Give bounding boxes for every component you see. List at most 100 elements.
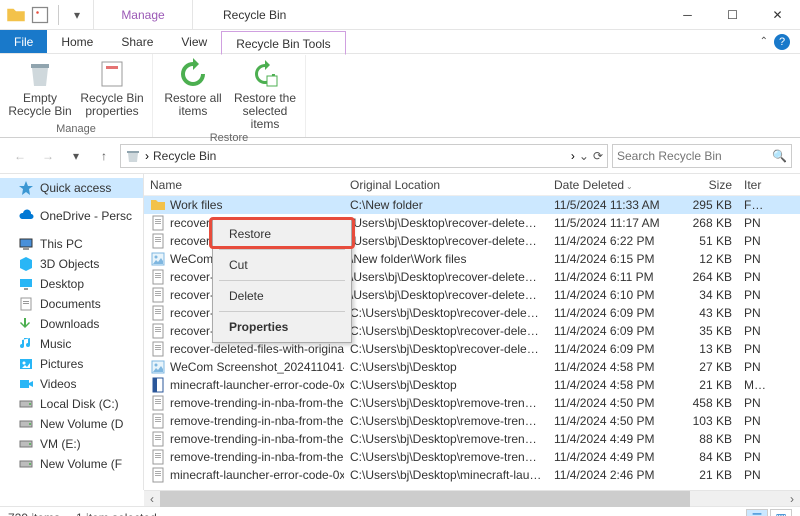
file-row[interactable]: Work filesC:\New folder11/5/2024 11:33 A…: [144, 196, 800, 214]
scroll-track[interactable]: [160, 491, 784, 507]
cell-location: C:\Users\bj\Desktop\remove-trending-in-.…: [344, 396, 548, 410]
file-row[interactable]: remove-trending-in-nba-from-the...C:\Use…: [144, 430, 800, 448]
cell-location: C:\Users\bj\Desktop\remove-trending-in-.…: [344, 432, 548, 446]
title-bar: ▾ Manage Recycle Bin ─ ☐ ✕: [0, 0, 800, 30]
nav-item[interactable]: New Volume (D: [0, 414, 143, 434]
address-path[interactable]: › Recycle Bin › ⌄ ⟳: [120, 144, 608, 168]
ctx-cut[interactable]: Cut: [215, 252, 349, 278]
empty-recycle-bin-button[interactable]: Empty Recycle Bin: [8, 58, 72, 118]
file-icon: [150, 395, 166, 411]
ctx-delete[interactable]: Delete: [215, 283, 349, 309]
tab-share[interactable]: Share: [107, 30, 167, 53]
cell-size: 51 KB: [678, 234, 738, 248]
restore-all-items-button[interactable]: Restore all items: [161, 58, 225, 118]
restore-selected-items-button[interactable]: Restore the selected items: [233, 58, 297, 132]
tab-home[interactable]: Home: [47, 30, 107, 53]
file-row[interactable]: minecraft-launcher-error-code-0x...C:\Us…: [144, 466, 800, 484]
nav-item[interactable]: OneDrive - Persc: [0, 206, 143, 226]
scroll-left-icon[interactable]: ‹: [144, 491, 160, 507]
cell-date: 11/4/2024 4:58 PM: [548, 378, 678, 392]
file-row[interactable]: remove-trending-in-nba-from-the...C:\Use…: [144, 448, 800, 466]
file-row[interactable]: remove-trending-in-nba-from-the...C:\Use…: [144, 394, 800, 412]
nav-item[interactable]: 3D Objects: [0, 254, 143, 274]
nav-item[interactable]: Pictures: [0, 354, 143, 374]
nav-item[interactable]: Quick access: [0, 178, 143, 198]
window-controls: ─ ☐ ✕: [665, 0, 800, 30]
qat-dropdown-icon[interactable]: ▾: [67, 5, 87, 25]
cell-type: Mic: [738, 378, 768, 392]
cell-name: remove-trending-in-nba-from-the...: [144, 449, 344, 465]
minimize-button[interactable]: ─: [665, 0, 710, 30]
search-icon[interactable]: 🔍: [772, 149, 787, 163]
file-icon: [150, 431, 166, 447]
ctx-restore[interactable]: Restore: [215, 221, 349, 247]
separator: [219, 311, 345, 312]
col-original-location[interactable]: Original Location: [344, 178, 548, 192]
cell-date: 11/4/2024 4:50 PM: [548, 396, 678, 410]
tab-view[interactable]: View: [167, 30, 221, 53]
nav-up-button[interactable]: ↑: [92, 144, 116, 168]
cell-size: 264 KB: [678, 270, 738, 284]
nav-item[interactable]: Videos: [0, 374, 143, 394]
cell-size: 458 KB: [678, 396, 738, 410]
col-date-deleted[interactable]: Date Deleted⌄: [548, 178, 678, 192]
cell-date: 11/4/2024 6:09 PM: [548, 324, 678, 338]
collapse-ribbon-icon[interactable]: ⌃: [760, 36, 768, 47]
tab-file[interactable]: File: [0, 30, 47, 53]
cell-type: PN: [738, 234, 768, 248]
path-sep: ›: [145, 149, 149, 163]
ctx-properties[interactable]: Properties: [215, 314, 349, 340]
recycle-bin-properties-button[interactable]: Recycle Bin properties: [80, 58, 144, 118]
cell-location: C:\Users\bj\Desktop\remove-trending-in-.…: [344, 450, 548, 464]
scroll-right-icon[interactable]: ›: [784, 491, 800, 507]
cell-date: 11/4/2024 6:22 PM: [548, 234, 678, 248]
nav-item[interactable]: Desktop: [0, 274, 143, 294]
nav-label: VM (E:): [40, 437, 81, 451]
file-row[interactable]: WeCom Screenshot_202411041437...C:\Users…: [144, 358, 800, 376]
path-dropdown[interactable]: ⌄: [579, 149, 589, 163]
horizontal-scrollbar[interactable]: ‹ ›: [144, 490, 800, 506]
navigation-pane[interactable]: Quick access OneDrive - Persc This PC 3D Ob…: [0, 174, 144, 490]
recycle-bin-empty-icon: [24, 58, 56, 90]
properties-icon[interactable]: [30, 5, 50, 25]
nav-item[interactable]: Documents: [0, 294, 143, 314]
nav-item[interactable]: Downloads: [0, 314, 143, 334]
window-title: Recycle Bin: [193, 8, 665, 22]
cell-size: 21 KB: [678, 378, 738, 392]
search-box[interactable]: 🔍: [612, 144, 792, 168]
close-button[interactable]: ✕: [755, 0, 800, 30]
view-large-icons-icon[interactable]: ▦: [770, 509, 792, 516]
search-input[interactable]: [617, 149, 772, 163]
label: Recycle Bin properties: [80, 92, 144, 118]
quick-access-toolbar: ▾: [0, 5, 93, 25]
cell-size: 103 KB: [678, 414, 738, 428]
tab-recycle-bin-tools[interactable]: Recycle Bin Tools: [221, 31, 346, 55]
nav-label: Documents: [40, 297, 101, 311]
col-size[interactable]: Size: [678, 178, 738, 192]
nav-item[interactable]: Local Disk (C:): [0, 394, 143, 414]
cell-type: PN: [738, 432, 768, 446]
col-name[interactable]: Name: [144, 178, 344, 192]
recycle-bin-icon: [125, 148, 141, 164]
nav-label: 3D Objects: [40, 257, 99, 271]
refresh-icon[interactable]: ⟳: [593, 149, 603, 163]
nav-item[interactable]: Music: [0, 334, 143, 354]
cell-date: 11/4/2024 4:49 PM: [548, 432, 678, 446]
file-row[interactable]: minecraft-launcher-error-code-0x...C:\Us…: [144, 376, 800, 394]
file-list[interactable]: Work filesC:\New folder11/5/2024 11:33 A…: [144, 196, 800, 484]
scroll-thumb[interactable]: [160, 491, 690, 507]
cell-type: PN: [738, 324, 768, 338]
col-item-type[interactable]: Iter: [738, 178, 768, 192]
file-row[interactable]: remove-trending-in-nba-from-the...C:\Use…: [144, 412, 800, 430]
column-headers[interactable]: Name Original Location Date Deleted⌄ Siz…: [144, 174, 800, 196]
nav-item[interactable]: New Volume (F: [0, 454, 143, 474]
ribbon-right: ⌃ ?: [760, 30, 800, 53]
nav-item[interactable]: VM (E:): [0, 434, 143, 454]
maximize-button[interactable]: ☐: [710, 0, 755, 30]
nav-recent-dropdown[interactable]: ▾: [64, 144, 88, 168]
nav-forward-button[interactable]: →: [36, 144, 60, 168]
nav-back-button[interactable]: ←: [8, 144, 32, 168]
view-details-icon[interactable]: ☰: [746, 509, 768, 516]
nav-item[interactable]: This PC: [0, 234, 143, 254]
help-icon[interactable]: ?: [774, 34, 790, 50]
